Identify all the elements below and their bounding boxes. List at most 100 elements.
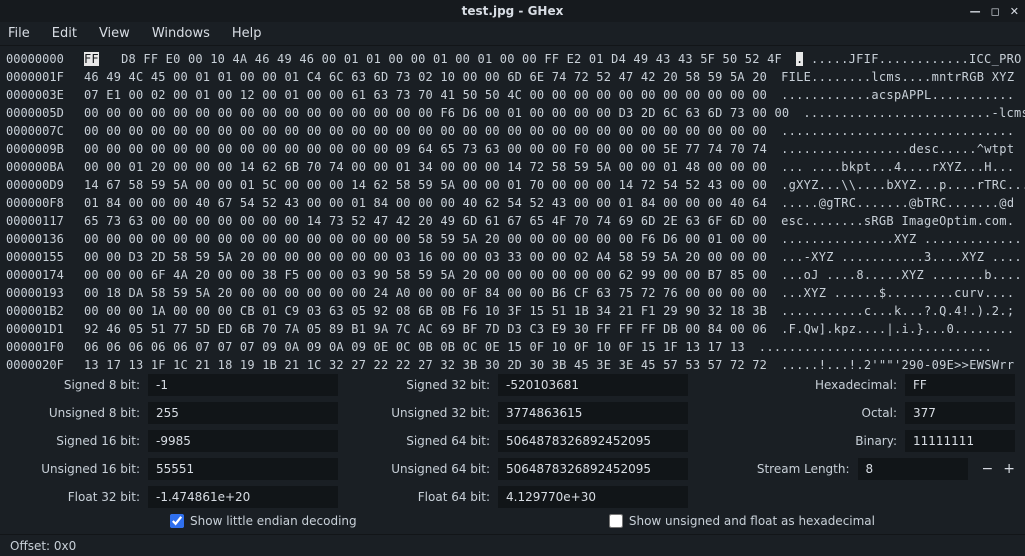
hex-bytes[interactable]: 00 00 00 00 00 00 00 00 00 00 00 00 00 0…: [84, 140, 767, 158]
hex-ascii[interactable]: ... ....bkpt...4....rXYZ...H...: [767, 158, 1014, 176]
value-float32[interactable]: -1.474861e+20: [148, 486, 338, 508]
checkbox-little-endian-input[interactable]: [170, 514, 184, 528]
value-signed64[interactable]: 5064878326892452095: [498, 430, 688, 452]
hex-offset: 0000007C: [6, 122, 84, 140]
hex-offset: 0000003E: [6, 86, 84, 104]
hex-offset: 00000000: [6, 50, 84, 68]
hex-row[interactable]: 0000011765 73 63 00 00 00 00 00 00 00 14…: [6, 212, 1015, 230]
checkbox-as-hex-label: Show unsigned and float as hexadecimal: [629, 514, 875, 528]
close-icon[interactable]: ✕: [1010, 5, 1019, 18]
value-signed8[interactable]: -1: [148, 374, 338, 396]
hex-row[interactable]: 0000017400 00 00 6F 4A 20 00 00 38 F5 00…: [6, 266, 1015, 284]
hex-ascii[interactable]: .F.Qw].kpz....|.i.}...0........: [767, 320, 1014, 338]
inspector-options: Show little endian decoding Show unsigne…: [0, 510, 1025, 534]
hex-bytes[interactable]: 00 00 00 00 00 00 00 00 00 00 00 00 00 0…: [84, 104, 789, 122]
hex-view[interactable]: 00000000FF D8 FF E0 00 10 4A 46 49 46 00…: [0, 46, 1025, 370]
hex-bytes[interactable]: 01 84 00 00 00 40 67 54 52 43 00 00 01 8…: [84, 194, 767, 212]
checkbox-as-hex[interactable]: Show unsigned and float as hexadecimal: [609, 514, 875, 528]
hex-row[interactable]: 00000000FF D8 FF E0 00 10 4A 46 49 46 00…: [6, 50, 1015, 68]
hex-ascii[interactable]: ...-XYZ ...........3....XYZ ....: [767, 248, 1022, 266]
value-unsigned32[interactable]: 3774863615: [498, 402, 688, 424]
hex-row[interactable]: 0000007C00 00 00 00 00 00 00 00 00 00 00…: [6, 122, 1015, 140]
value-unsigned64[interactable]: 5064878326892452095: [498, 458, 688, 480]
hex-offset: 000001D1: [6, 320, 84, 338]
hex-ascii[interactable]: esc........sRGB ImageOptim.com.: [767, 212, 1014, 230]
hex-bytes[interactable]: 07 E1 00 02 00 01 00 12 00 01 00 00 61 6…: [84, 86, 767, 104]
hex-offset: 000000F8: [6, 194, 84, 212]
hex-offset: 00000136: [6, 230, 84, 248]
hex-ascii[interactable]: .....@gTRC.......@bTRC.......@d: [767, 194, 1014, 212]
maximize-icon[interactable]: ◻: [991, 5, 1000, 18]
hex-ascii[interactable]: ...............................: [745, 338, 992, 356]
hex-bytes[interactable]: 00 00 00 6F 4A 20 00 00 38 F5 00 00 03 9…: [84, 266, 767, 284]
hex-row[interactable]: 0000015500 00 D3 2D 58 59 5A 20 00 00 00…: [6, 248, 1015, 266]
value-signed32[interactable]: -520103681: [498, 374, 688, 396]
value-octal[interactable]: 377: [905, 402, 1015, 424]
label-unsigned8: Unsigned 8 bit:: [10, 406, 140, 420]
hex-bytes[interactable]: 46 49 4C 45 00 01 01 00 00 01 C4 6C 63 6…: [84, 68, 767, 86]
hex-row[interactable]: 000001F006 06 06 06 06 07 07 07 09 0A 09…: [6, 338, 1015, 356]
hex-bytes[interactable]: 00 00 00 1A 00 00 00 CB 01 C9 03 63 05 9…: [84, 302, 767, 320]
value-binary[interactable]: 11111111: [905, 430, 1015, 452]
hex-row[interactable]: 0000001F46 49 4C 45 00 01 01 00 00 01 C4…: [6, 68, 1015, 86]
hex-bytes[interactable]: 14 67 58 59 5A 00 00 01 5C 00 00 00 14 6…: [84, 176, 767, 194]
hex-bytes[interactable]: 06 06 06 06 06 07 07 07 09 0A 09 0A 09 0…: [84, 338, 745, 356]
hex-bytes[interactable]: 92 46 05 51 77 5D ED 6B 70 7A 05 89 B1 9…: [84, 320, 767, 338]
hex-ascii[interactable]: FILE........lcms....mntrRGB XYZ: [767, 68, 1014, 86]
hex-ascii[interactable]: ...XYZ ......$.........curv....: [767, 284, 1014, 302]
hex-ascii[interactable]: .....!...!.2'""'290-09E>>EWSWrr: [767, 356, 1014, 370]
hex-ascii[interactable]: ...........c...k...?.Q.4!.).2.;: [767, 302, 1014, 320]
hex-row[interactable]: 000000BA00 00 01 20 00 00 00 14 62 6B 70…: [6, 158, 1015, 176]
hex-ascii[interactable]: .................desc.....^wtpt: [767, 140, 1014, 158]
hex-ascii[interactable]: ...............XYZ .............: [767, 230, 1022, 248]
hex-bytes[interactable]: 13 17 13 1F 1C 21 18 19 1B 21 1C 32 27 2…: [84, 356, 767, 370]
hex-ascii[interactable]: .gXYZ...\\....bXYZ...p....rTRC...: [767, 176, 1025, 194]
checkbox-little-endian[interactable]: Show little endian decoding: [170, 514, 357, 528]
hex-offset: 000001F0: [6, 338, 84, 356]
hex-row[interactable]: 0000003E07 E1 00 02 00 01 00 12 00 01 00…: [6, 86, 1015, 104]
menu-bar: File Edit View Windows Help: [0, 22, 1025, 46]
stream-length-plus-icon[interactable]: +: [1003, 461, 1015, 477]
hex-bytes[interactable]: 00 00 D3 2D 58 59 5A 20 00 00 00 00 00 0…: [84, 248, 767, 266]
menu-edit[interactable]: Edit: [48, 24, 81, 43]
hex-row[interactable]: 0000019300 18 DA 58 59 5A 20 00 00 00 00…: [6, 284, 1015, 302]
hex-row[interactable]: 000000D914 67 58 59 5A 00 00 01 5C 00 00…: [6, 176, 1015, 194]
hex-bytes[interactable]: 00 18 DA 58 59 5A 20 00 00 00 00 00 00 2…: [84, 284, 767, 302]
hex-bytes[interactable]: 00 00 00 00 00 00 00 00 00 00 00 00 00 0…: [84, 122, 767, 140]
hex-ascii[interactable]: . .....JFIF............ICC_PRO: [782, 50, 1022, 68]
hex-bytes[interactable]: 00 00 01 20 00 00 00 14 62 6B 70 74 00 0…: [84, 158, 767, 176]
selected-byte[interactable]: FF: [84, 52, 99, 66]
hex-row[interactable]: 0000020F13 17 13 1F 1C 21 18 19 1B 21 1C…: [6, 356, 1015, 370]
hex-row[interactable]: 000001D192 46 05 51 77 5D ED 6B 70 7A 05…: [6, 320, 1015, 338]
hex-row[interactable]: 000001B200 00 00 1A 00 00 00 CB 01 C9 03…: [6, 302, 1015, 320]
hex-offset: 000001B2: [6, 302, 84, 320]
menu-windows[interactable]: Windows: [148, 24, 214, 43]
menu-view[interactable]: View: [95, 24, 134, 43]
value-stream-length[interactable]: 8: [858, 458, 968, 480]
label-float32: Float 32 bit:: [10, 490, 140, 504]
hex-ascii[interactable]: ...............................: [767, 122, 1014, 140]
hex-bytes[interactable]: FF D8 FF E0 00 10 4A 46 49 46 00 01 01 0…: [84, 50, 782, 68]
value-float64[interactable]: 4.129770e+30: [498, 486, 688, 508]
hex-row[interactable]: 0000009B00 00 00 00 00 00 00 00 00 00 00…: [6, 140, 1015, 158]
stream-length-minus-icon[interactable]: −: [982, 461, 994, 477]
hex-ascii[interactable]: .........................-lcms..: [789, 104, 1025, 122]
hex-bytes[interactable]: 00 00 00 00 00 00 00 00 00 00 00 00 00 0…: [84, 230, 767, 248]
selected-ascii[interactable]: .: [796, 52, 804, 66]
hex-row[interactable]: 000000F801 84 00 00 00 40 67 54 52 43 00…: [6, 194, 1015, 212]
hex-ascii[interactable]: ............acspAPPL...........: [767, 86, 1014, 104]
value-hexadecimal[interactable]: FF: [905, 374, 1015, 396]
value-signed16[interactable]: -9985: [148, 430, 338, 452]
label-unsigned16: Unsigned 16 bit:: [10, 462, 140, 476]
label-stream-length: Stream Length:: [757, 462, 850, 476]
menu-file[interactable]: File: [4, 24, 34, 43]
hex-row[interactable]: 0000005D00 00 00 00 00 00 00 00 00 00 00…: [6, 104, 1015, 122]
hex-row[interactable]: 0000013600 00 00 00 00 00 00 00 00 00 00…: [6, 230, 1015, 248]
hex-bytes[interactable]: 65 73 63 00 00 00 00 00 00 00 14 73 52 4…: [84, 212, 767, 230]
value-unsigned16[interactable]: 55551: [148, 458, 338, 480]
value-unsigned8[interactable]: 255: [148, 402, 338, 424]
minimize-icon[interactable]: —: [970, 5, 981, 18]
checkbox-as-hex-input[interactable]: [609, 514, 623, 528]
menu-help[interactable]: Help: [228, 24, 266, 43]
hex-ascii[interactable]: ...oJ ....8.....XYZ .......b....: [767, 266, 1022, 284]
